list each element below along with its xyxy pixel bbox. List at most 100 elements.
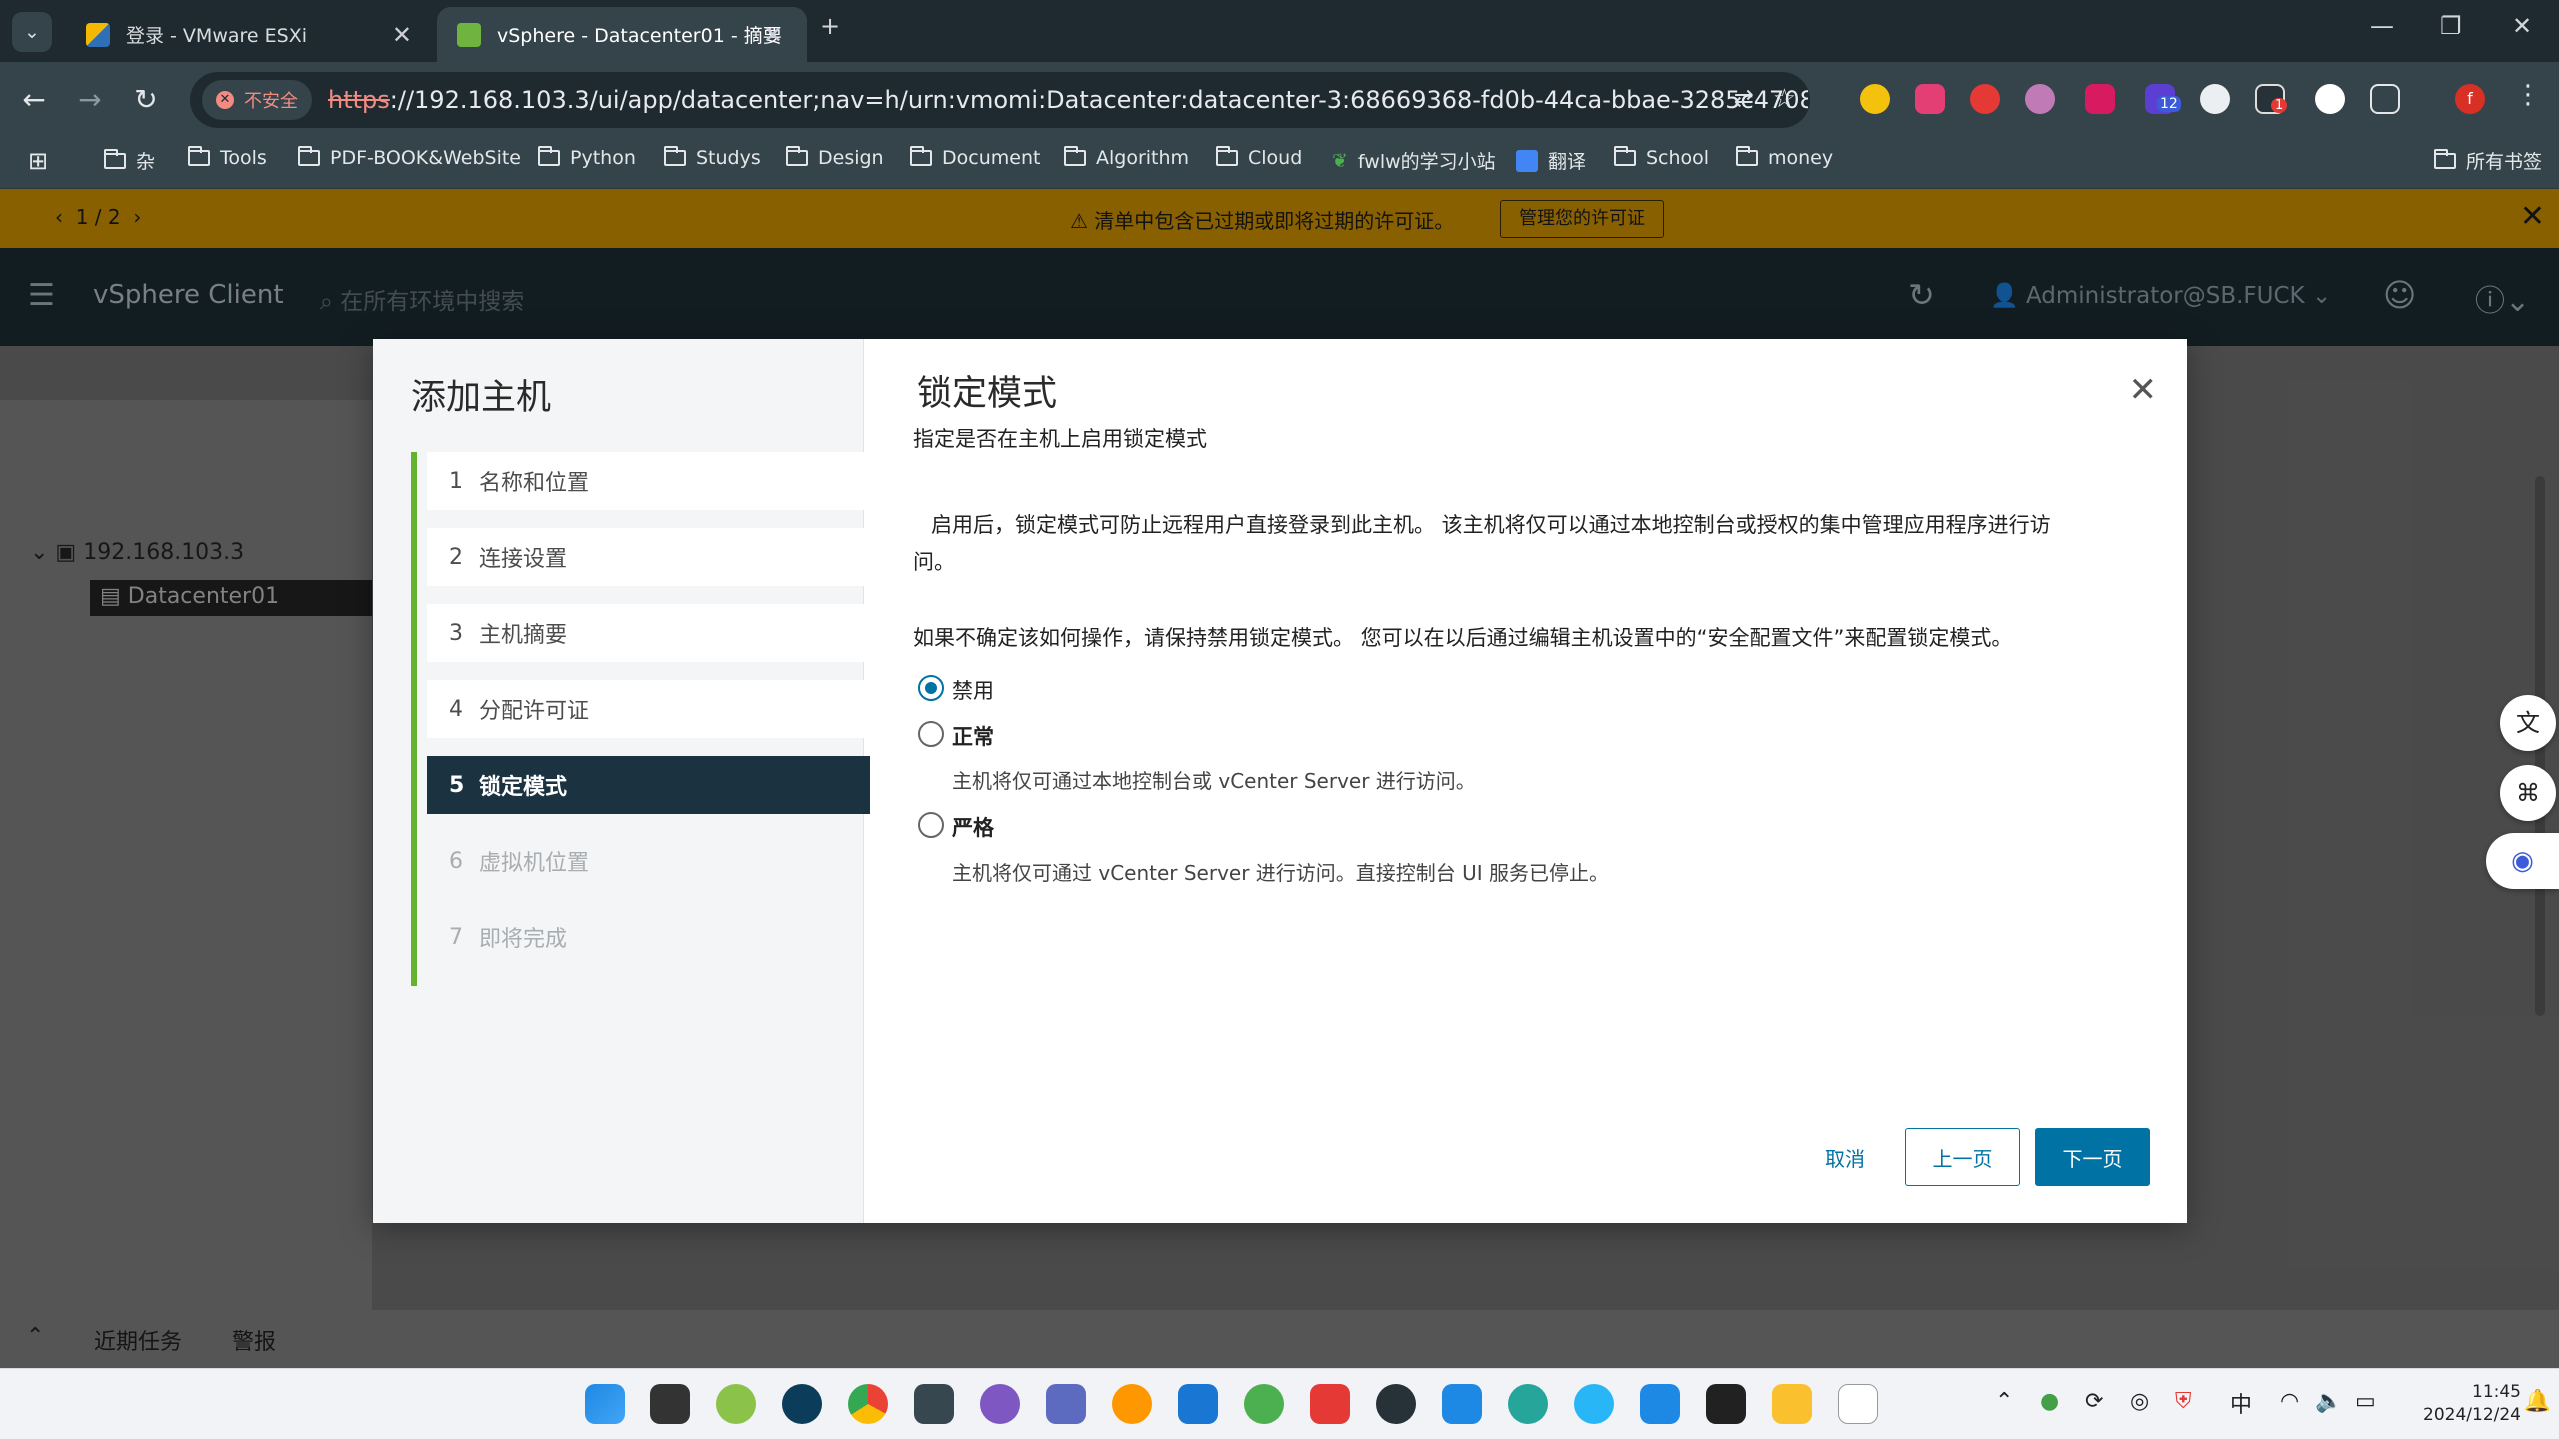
wifi-icon[interactable]: ◠ bbox=[2280, 1389, 2299, 1414]
reload-icon[interactable]: ↻ bbox=[124, 78, 168, 122]
profile-avatar[interactable]: f bbox=[2455, 84, 2485, 114]
star-bookmark-icon[interactable]: ☆ bbox=[1773, 84, 1796, 114]
tab-esxi-login[interactable]: 登录 - VMware ESXi ✕ bbox=[66, 7, 436, 62]
browser-tab-strip: ⌄ 登录 - VMware ESXi ✕ vSphere - Datacente… bbox=[0, 0, 2559, 62]
add-host-dialog: 添加主机 1 名称和位置 2 连接设置 3 主机摘要 4 分配许可证 5 锁定模式 6 虚拟… bbox=[373, 339, 2187, 1223]
bookmark-folder[interactable]: Tools bbox=[188, 146, 267, 169]
notification-bell-icon[interactable]: 🔔 bbox=[2524, 1389, 2551, 1414]
close-icon[interactable]: ✕ bbox=[763, 21, 783, 49]
start-menu-icon[interactable] bbox=[585, 1384, 625, 1424]
radio-strict[interactable] bbox=[918, 812, 944, 838]
radio-label-normal[interactable]: 正常 bbox=[952, 721, 994, 751]
extensions-puzzle-icon[interactable] bbox=[2370, 84, 2400, 114]
bookmark-folder[interactable]: money bbox=[1736, 146, 1833, 169]
app-icon[interactable] bbox=[914, 1384, 954, 1424]
app-icon[interactable] bbox=[1508, 1384, 1548, 1424]
extension-face-icon[interactable] bbox=[2200, 84, 2230, 114]
bookmark-link[interactable]: ❦ fwlw的学习小站 bbox=[1332, 147, 1496, 174]
floating-apps-icon[interactable]: ⌘ bbox=[2500, 765, 2556, 821]
edge-icon[interactable] bbox=[1574, 1384, 1614, 1424]
bookmark-folder[interactable]: Studys bbox=[664, 146, 761, 169]
forward-arrow-icon[interactable]: → bbox=[68, 78, 112, 122]
wizard-step-name-location[interactable]: 1 名称和位置 bbox=[427, 452, 870, 510]
bookmark-folder[interactable]: Design bbox=[786, 146, 884, 169]
folder-icon bbox=[2434, 148, 2456, 169]
vscode-icon[interactable] bbox=[1442, 1384, 1482, 1424]
translate-icon[interactable]: ⇄ bbox=[1734, 84, 1754, 112]
lockdown-description-cont: 问。 bbox=[913, 550, 955, 574]
page-title: 锁定模式 bbox=[917, 374, 1058, 414]
extension-compass-icon[interactable] bbox=[2315, 84, 2345, 114]
chevron-up-icon[interactable]: ⌃ bbox=[1995, 1389, 2013, 1414]
bookmark-folder[interactable]: School bbox=[1614, 146, 1709, 169]
new-tab-button[interactable]: + bbox=[820, 12, 840, 40]
tray-app-icon[interactable]: ◎ bbox=[2130, 1389, 2149, 1414]
extension-counter-icon[interactable]: 1 bbox=[2255, 84, 2288, 114]
typora-icon[interactable] bbox=[1838, 1384, 1878, 1424]
tray-sync-icon[interactable]: ⟳ bbox=[2085, 1389, 2103, 1414]
task-view-icon[interactable] bbox=[650, 1384, 690, 1424]
wechat-icon[interactable] bbox=[1244, 1384, 1284, 1424]
remote-desktop-icon[interactable] bbox=[1640, 1384, 1680, 1424]
floating-translate-icon[interactable]: 文 bbox=[2500, 695, 2556, 751]
bookmark-folder[interactable]: 杂 bbox=[104, 147, 155, 174]
back-button[interactable]: 上一页 bbox=[1905, 1128, 2020, 1186]
volume-icon[interactable]: 🔈 bbox=[2315, 1389, 2342, 1414]
extension-pink-icon[interactable] bbox=[2085, 84, 2115, 114]
close-icon[interactable]: ✕ bbox=[2129, 373, 2158, 407]
ime-indicator[interactable]: 中 bbox=[2230, 1387, 2252, 1419]
wizard-step-connection[interactable]: 2 连接设置 bbox=[427, 528, 870, 586]
kebab-menu-icon[interactable]: ⋮ bbox=[2515, 80, 2541, 110]
tab-vsphere[interactable]: vSphere - Datacenter01 - 摘要 ✕ bbox=[437, 7, 807, 62]
wizard-step-host-summary[interactable]: 3 主机摘要 bbox=[427, 604, 870, 662]
app-icon[interactable] bbox=[1046, 1384, 1086, 1424]
radio-label-strict[interactable]: 严格 bbox=[952, 812, 994, 842]
bookmark-folder[interactable]: Document bbox=[910, 146, 1040, 169]
security-chip[interactable]: ✕ 不安全 bbox=[202, 80, 312, 120]
radio-disabled[interactable] bbox=[918, 675, 944, 701]
minimize-icon[interactable]: — bbox=[2370, 12, 2394, 40]
radio-desc-strict: 主机将仅可通过 vCenter Server 进行访问。直接控制台 UI 服务已… bbox=[952, 861, 1610, 885]
system-clock[interactable]: 11:45 2024/12/24 bbox=[2423, 1381, 2521, 1427]
extension-translate-icon[interactable] bbox=[1915, 84, 1945, 114]
lockdown-description: 启用后，锁定模式可防止远程用户直接登录到此主机。 该主机将仅可以通过本地控制台或… bbox=[931, 513, 2051, 537]
apps-grid-icon[interactable]: ⊞ bbox=[28, 147, 48, 175]
chrome-icon[interactable] bbox=[848, 1384, 888, 1424]
address-bar[interactable]: ✕ 不安全 https://192.168.103.3/ui/app/datac… bbox=[190, 72, 1810, 128]
tray-app-icon[interactable]: ● bbox=[2040, 1389, 2059, 1414]
music-app-icon[interactable] bbox=[1310, 1384, 1350, 1424]
terminal-icon[interactable] bbox=[1706, 1384, 1746, 1424]
all-bookmarks[interactable]: 所有书签 bbox=[2434, 147, 2542, 174]
extension-purple-icon[interactable] bbox=[2025, 84, 2055, 114]
battery-icon[interactable]: ▭ bbox=[2355, 1389, 2376, 1414]
wizard-step-license[interactable]: 4 分配许可证 bbox=[427, 680, 870, 738]
file-explorer-icon[interactable] bbox=[1772, 1384, 1812, 1424]
app-icon[interactable] bbox=[1178, 1384, 1218, 1424]
restore-icon[interactable]: ❐ bbox=[2440, 12, 2462, 40]
app-icon[interactable] bbox=[782, 1384, 822, 1424]
back-arrow-icon[interactable]: ← bbox=[12, 78, 56, 122]
extension-badge-icon[interactable]: 12 bbox=[2145, 84, 2181, 114]
radio-label-disabled[interactable]: 禁用 bbox=[952, 675, 994, 705]
app-icon[interactable] bbox=[980, 1384, 1020, 1424]
cancel-button[interactable]: 取消 bbox=[1800, 1128, 1890, 1186]
extension-adblock-icon[interactable] bbox=[1970, 84, 2000, 114]
tray-shield-icon[interactable]: ⛨ bbox=[2175, 1389, 2192, 1414]
close-icon[interactable]: ✕ bbox=[392, 21, 412, 49]
radio-normal[interactable] bbox=[918, 721, 944, 747]
search-app-icon[interactable] bbox=[1112, 1384, 1152, 1424]
bookmark-link[interactable]: 翻译 bbox=[1516, 147, 1586, 174]
app-icon[interactable] bbox=[1376, 1384, 1416, 1424]
tab-search-button[interactable]: ⌄ bbox=[12, 12, 52, 52]
bookmark-folder[interactable]: Python bbox=[538, 146, 636, 169]
floating-assistant-icon[interactable]: ◉ bbox=[2486, 833, 2559, 889]
bookmark-folder[interactable]: Algorithm bbox=[1064, 146, 1189, 169]
extension-star-icon[interactable] bbox=[1860, 84, 1890, 114]
url-text[interactable]: https://192.168.103.3/ui/app/datacenter;… bbox=[328, 86, 1808, 114]
bookmark-folder[interactable]: Cloud bbox=[1216, 146, 1302, 169]
next-button[interactable]: 下一页 bbox=[2035, 1128, 2150, 1186]
window-close-icon[interactable]: ✕ bbox=[2512, 12, 2532, 40]
app-icon[interactable] bbox=[716, 1384, 756, 1424]
wizard-step-lockdown[interactable]: 5 锁定模式 bbox=[427, 756, 870, 814]
bookmark-folder[interactable]: PDF-BOOK&WebSite bbox=[298, 146, 521, 169]
